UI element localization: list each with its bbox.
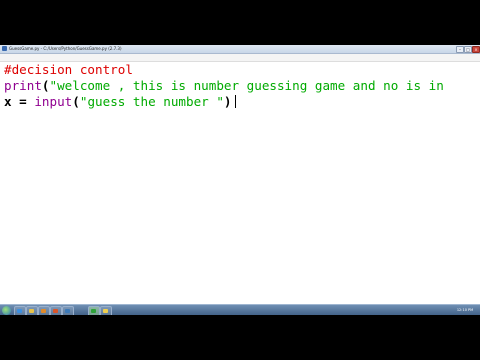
minimize-button[interactable]: – — [456, 46, 464, 53]
media-icon[interactable] — [38, 306, 50, 315]
code-editor[interactable]: #decision control print("welcome , this … — [0, 62, 480, 315]
clock[interactable]: 12:10 PM — [452, 305, 478, 315]
python-icon[interactable] — [62, 306, 74, 315]
start-button[interactable] — [2, 306, 11, 315]
code-line-2: print("welcome , this is number guessing… — [4, 78, 444, 94]
idle-icon[interactable] — [100, 306, 112, 315]
ie-icon[interactable] — [14, 306, 26, 315]
text-cursor — [234, 95, 236, 108]
taskbar: 12:10 PM — [0, 304, 480, 315]
maximize-button[interactable]: □ — [464, 46, 472, 53]
code-line-1: #decision control — [4, 62, 133, 78]
comment-text: #decision control — [4, 62, 133, 77]
window-title: GuessGame.py - C:/Users/Python/GuessGame… — [9, 46, 122, 51]
input-keyword: input — [34, 94, 73, 109]
close-paren: ) — [223, 94, 232, 109]
print-keyword: print — [4, 78, 42, 93]
notepad-icon[interactable] — [88, 306, 100, 315]
open-paren: ( — [41, 78, 50, 93]
menu-bar: File Edit Format Run Options Windows Hel… — [0, 54, 480, 70]
welcome-string: "welcome , this is number guessing game … — [49, 78, 444, 93]
folder-icon[interactable] — [26, 306, 38, 315]
close-button[interactable]: × — [472, 46, 480, 53]
python-app-icon — [2, 46, 7, 51]
assignment-text: x = — [4, 94, 35, 109]
open-paren: ( — [72, 94, 80, 109]
screen: GuessGame.py - C:/Users/Python/GuessGame… — [0, 45, 480, 315]
prompt-string: "guess the number " — [79, 94, 224, 109]
code-line-3: x = input("guess the number ") — [4, 94, 236, 110]
firefox-icon[interactable] — [50, 306, 62, 315]
window-titlebar[interactable]: GuessGame.py - C:/Users/Python/GuessGame… — [0, 45, 480, 54]
